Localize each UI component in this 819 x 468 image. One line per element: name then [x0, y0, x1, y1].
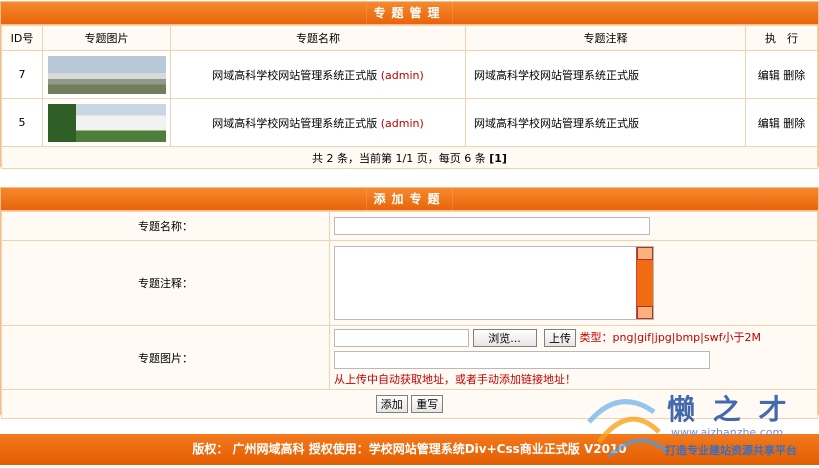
add-topic-panel: 添加专题 专题名称： 专题注释： 专题图片： 浏览... 上传 类型：png|g…	[0, 187, 819, 419]
pager-row: 共 2 条，当前第 1/1 页，每页 6 条 [1]	[1, 146, 818, 169]
image-url-input[interactable]	[334, 351, 710, 369]
scroll-down-arrow-icon[interactable]	[637, 306, 653, 319]
browse-button[interactable]: 浏览...	[472, 329, 537, 347]
table-header: ID号 专题图片 专题名称 专题注释 执 行	[1, 25, 818, 51]
pager-text: 共 2 条，当前第 1/1 页，每页 6 条	[312, 151, 486, 165]
image-label: 专题图片：	[1, 325, 330, 390]
footer-text: 版权： 广州网域高科 授权使用：学校网站管理系统Div+Css商业正式版 V20…	[192, 442, 627, 456]
watermark-logo: 懒 之 才 www.aizhanzhe.com 打造专业建站资源共享平台	[579, 382, 819, 465]
topic-thumbnail[interactable]	[47, 55, 166, 94]
watermark-slogan: 打造专业建站资源共享平台	[665, 444, 797, 457]
table-row: 5 网域高科学校网站管理系统正式版 (admin) 网域高科学校网站管理系统正式…	[1, 98, 818, 147]
textarea-scrollbar[interactable]	[636, 247, 653, 319]
topic-name-input[interactable]	[334, 217, 650, 235]
topic-author: (admin)	[380, 116, 424, 130]
file-types-text: 类型：png|gif|jpg|bmp|swf小于2M	[579, 331, 761, 344]
topic-note: 网域高科学校网站管理系统正式版	[465, 50, 746, 99]
name-label: 专题名称：	[1, 211, 330, 241]
add-button[interactable]: 添加	[375, 395, 408, 413]
add-topic-title: 添加专题	[366, 188, 453, 210]
scroll-up-arrow-icon[interactable]	[637, 247, 653, 260]
watermark-url: www.aizhanzhe.com	[671, 426, 784, 439]
topic-table: ID号 专题图片 专题名称 专题注释 执 行 7 网域高科学校网站管理系统正式版…	[1, 25, 818, 169]
topic-list-title-bar: 专题管理	[1, 2, 818, 25]
upload-button[interactable]: 上传	[544, 329, 576, 347]
topic-list-title: 专题管理	[366, 2, 453, 24]
col-image: 专题图片	[42, 25, 171, 51]
image-row: 专题图片： 浏览... 上传 类型：png|gif|jpg|bmp|swf小于2…	[1, 325, 818, 390]
reset-button[interactable]: 重写	[411, 395, 444, 413]
edit-link[interactable]: 编辑	[758, 69, 780, 82]
page-link-1[interactable]: [1]	[489, 152, 507, 165]
name-row: 专题名称：	[1, 211, 818, 241]
delete-link[interactable]: 删除	[783, 69, 805, 82]
topic-list-panel: 专题管理 ID号 专题图片 专题名称 专题注释 执 行 7 网域高科学校网站管理…	[0, 1, 819, 169]
edit-link[interactable]: 编辑	[758, 117, 780, 130]
note-label: 专题注释：	[1, 240, 330, 326]
topic-note-textarea[interactable]	[334, 246, 654, 320]
col-note: 专题注释	[465, 25, 746, 51]
row-id: 7	[1, 50, 43, 99]
table-row: 7 网域高科学校网站管理系统正式版 (admin) 网域高科学校网站管理系统正式…	[1, 50, 818, 99]
topic-name: 网域高科学校网站管理系统正式版	[212, 68, 378, 82]
topic-name: 网域高科学校网站管理系统正式版	[212, 116, 378, 130]
topic-note: 网域高科学校网站管理系统正式版	[465, 98, 746, 147]
col-action: 执 行	[745, 25, 818, 51]
add-topic-title-bar: 添加专题	[1, 188, 818, 211]
topic-thumbnail[interactable]	[47, 103, 166, 142]
topic-author: (admin)	[380, 68, 424, 82]
row-id: 5	[1, 98, 43, 147]
delete-link[interactable]: 删除	[783, 117, 805, 130]
watermark-brand: 懒 之 才	[667, 393, 791, 426]
col-id: ID号	[1, 25, 43, 51]
col-name: 专题名称	[170, 25, 466, 51]
note-row: 专题注释：	[1, 240, 818, 326]
file-path-input[interactable]	[334, 329, 469, 347]
